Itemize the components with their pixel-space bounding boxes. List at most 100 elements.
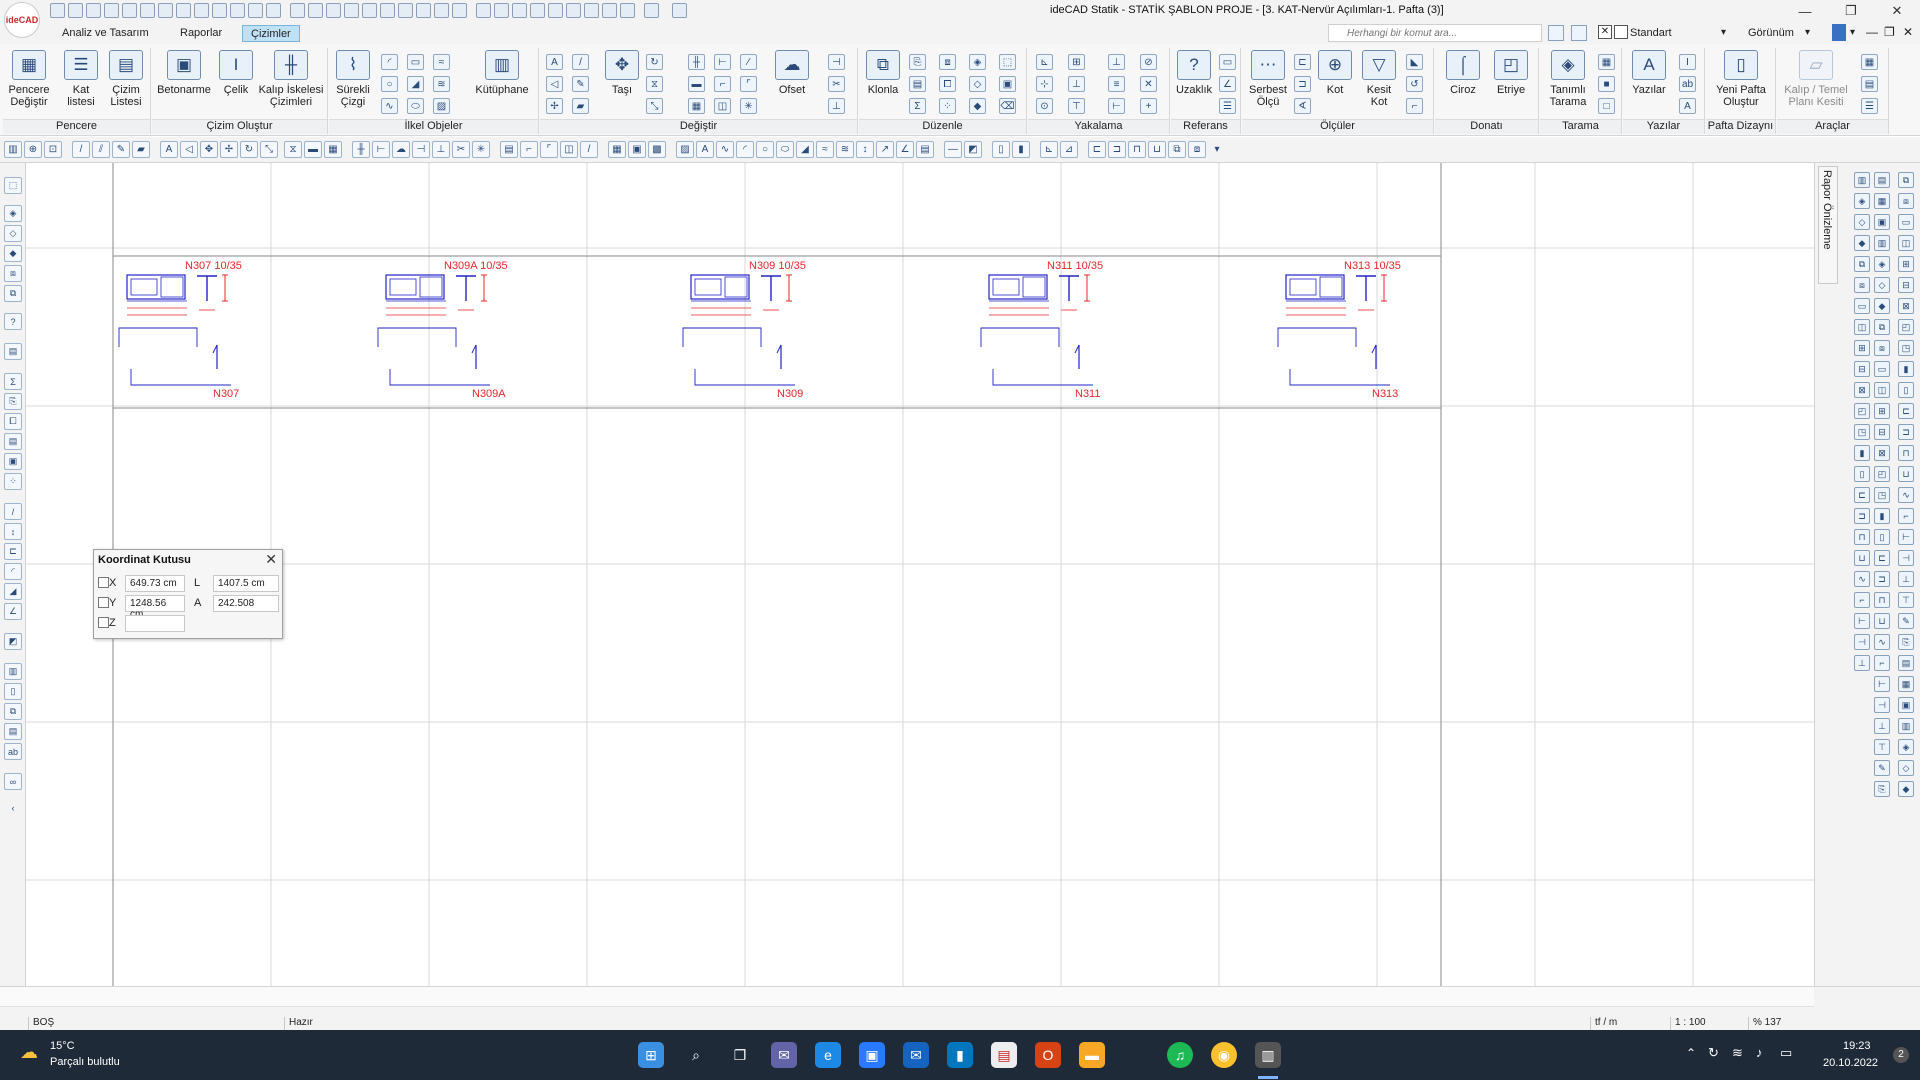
- spring-draw-icon[interactable]: ≋: [836, 141, 854, 158]
- style-select[interactable]: Standart: [1630, 27, 1672, 39]
- right-toolbar-icon[interactable]: ⊣: [1854, 634, 1870, 650]
- curve-icon[interactable]: ∿: [381, 98, 398, 114]
- text-format-icon[interactable]: I: [1679, 54, 1696, 70]
- array-icon[interactable]: ▦: [688, 98, 705, 114]
- properties-icon[interactable]: [248, 3, 263, 18]
- right-toolbar-icon[interactable]: ▮: [1854, 445, 1870, 461]
- mail-icon[interactable]: ✉: [903, 1042, 929, 1068]
- right-toolbar-icon[interactable]: ⊠: [1854, 382, 1870, 398]
- right-toolbar-icon[interactable]: ▥: [1854, 172, 1870, 188]
- brush-icon[interactable]: /: [572, 54, 589, 70]
- app-logo[interactable]: ideCAD: [4, 2, 40, 38]
- right-toolbar-icon[interactable]: ◰: [1874, 466, 1890, 482]
- snap-end-icon[interactable]: ⊾: [1036, 54, 1053, 70]
- chevron-left-icon[interactable]: ‹: [4, 799, 22, 816]
- right-toolbar-icon[interactable]: ⌐: [1898, 508, 1914, 524]
- right-toolbar-icon[interactable]: ⊓: [1898, 445, 1914, 461]
- move-grid-icon[interactable]: ✢: [546, 98, 563, 114]
- copy-tool-icon[interactable]: ⎘: [4, 393, 22, 410]
- solid-fill-icon[interactable]: ■: [1598, 76, 1615, 92]
- cut-icon[interactable]: ✂: [828, 76, 845, 92]
- pen-draw-icon[interactable]: ✎: [112, 141, 130, 158]
- right-toolbar-icon[interactable]: ◈: [1874, 256, 1890, 272]
- cloud-draw-icon[interactable]: ☁: [392, 141, 410, 158]
- right-toolbar-icon[interactable]: ⊢: [1874, 676, 1890, 692]
- pencere-degistir-button[interactable]: ▦ Pencere Değiştir: [7, 50, 51, 114]
- dim-v-icon[interactable]: ⊐: [1108, 141, 1126, 158]
- command-search-input[interactable]: [1328, 24, 1542, 42]
- copy-draw-icon[interactable]: ✢: [220, 141, 238, 158]
- right-toolbar-icon[interactable]: ⊐: [1874, 571, 1890, 587]
- kat-listesi-button[interactable]: ☰ Kat listesi: [61, 50, 101, 114]
- tab-raporlar[interactable]: Raporlar: [172, 25, 230, 42]
- volume-icon[interactable]: ♪: [1756, 1045, 1763, 1060]
- ellipse-icon[interactable]: ⬭: [407, 98, 424, 114]
- intersection-icon[interactable]: ✕: [1140, 76, 1157, 92]
- coordinate-box[interactable]: Koordinat Kutusu ✕ X 649.73 cm L 1407.5 …: [93, 549, 283, 639]
- linear-dim-icon[interactable]: ⊏: [1294, 54, 1311, 70]
- table-draw-icon[interactable]: ▤: [500, 141, 518, 158]
- hatch-tool-icon[interactable]: ◢: [4, 583, 22, 600]
- ofset-button[interactable]: ☁ Ofset: [770, 50, 814, 114]
- right-toolbar-icon[interactable]: ⧉: [1898, 172, 1914, 188]
- fillet-icon[interactable]: ⌐: [714, 76, 731, 92]
- right-toolbar-icon[interactable]: ◆: [1854, 235, 1870, 251]
- right-toolbar-icon[interactable]: ◇: [1854, 214, 1870, 230]
- kalip-iskelesi-button[interactable]: ╫ Kalıp İskelesi Çizimleri: [256, 50, 326, 114]
- right-toolbar-icon[interactable]: ⊟: [1854, 361, 1870, 377]
- right-toolbar-icon[interactable]: ⊏: [1898, 403, 1914, 419]
- join-draw-icon[interactable]: ⊣: [412, 141, 430, 158]
- angle-tool-icon[interactable]: ∠: [4, 603, 22, 620]
- x-lock-checkbox[interactable]: [98, 577, 109, 588]
- right-toolbar-icon[interactable]: ⊢: [1854, 613, 1870, 629]
- break-icon[interactable]: ⁄: [740, 54, 757, 70]
- print-tool-icon[interactable]: ▥: [4, 663, 22, 680]
- redo-icon[interactable]: [158, 3, 173, 18]
- zoom-window-icon[interactable]: ⊡: [44, 141, 62, 158]
- clock-time[interactable]: 19:23: [1843, 1040, 1871, 1052]
- rotate-icon[interactable]: ↻: [646, 54, 663, 70]
- copy-icon[interactable]: [434, 3, 449, 18]
- array-icon[interactable]: [452, 3, 467, 18]
- brush-icon[interactable]: [494, 3, 509, 18]
- right-toolbar-icon[interactable]: ⊠: [1898, 298, 1914, 314]
- ellipse-draw-icon[interactable]: ⬭: [776, 141, 794, 158]
- right-toolbar-icon[interactable]: ▭: [1854, 298, 1870, 314]
- right-toolbar-icon[interactable]: ▤: [1898, 655, 1914, 671]
- open-file-icon[interactable]: [86, 3, 101, 18]
- right-toolbar-icon[interactable]: ⊓: [1874, 592, 1890, 608]
- array-draw-icon[interactable]: ▦: [324, 141, 342, 158]
- sheet-draw-icon[interactable]: ▯: [992, 141, 1010, 158]
- copy-icon[interactable]: ⎘: [909, 54, 926, 70]
- align-draw-icon[interactable]: ▬: [304, 141, 322, 158]
- dim-tool-icon[interactable]: ↕: [4, 523, 22, 540]
- measure-tool-icon[interactable]: ⊏: [4, 543, 22, 560]
- ortho-icon[interactable]: [266, 3, 281, 18]
- close-icon[interactable]: ✕: [265, 551, 277, 568]
- snap-perp-icon[interactable]: ⊥: [1068, 76, 1085, 92]
- wave-icon[interactable]: ≈: [433, 54, 450, 70]
- right-toolbar-icon[interactable]: ⌐: [1874, 655, 1890, 671]
- join-icon[interactable]: ⊣: [828, 54, 845, 70]
- group-tool-icon[interactable]: ⧠: [4, 413, 22, 430]
- right-toolbar-icon[interactable]: ▯: [1898, 382, 1914, 398]
- z-lock-checkbox[interactable]: [98, 617, 109, 628]
- z-value-field[interactable]: [125, 615, 185, 632]
- marker-draw-icon[interactable]: ▰: [132, 141, 150, 158]
- sheet-tool-icon[interactable]: ▯: [4, 683, 22, 700]
- command-line[interactable]: [0, 987, 1814, 1007]
- chevron-down-icon[interactable]: ▾: [1208, 141, 1226, 158]
- betonarme-button[interactable]: ▣ Betonarme: [155, 50, 213, 114]
- circle-snap-icon[interactable]: ⊘: [1140, 54, 1157, 70]
- scale-icon[interactable]: ⤡: [646, 98, 663, 114]
- mirror-icon[interactable]: ⧖: [646, 76, 663, 92]
- layers3-icon[interactable]: ⧈: [1188, 141, 1206, 158]
- abc-tool-icon[interactable]: ab: [4, 743, 22, 760]
- help-tool-icon[interactable]: ?: [4, 313, 22, 330]
- sigma-tool-icon[interactable]: Σ: [4, 373, 22, 390]
- sync-icon[interactable]: ↻: [1708, 1045, 1719, 1061]
- dim-draw-icon[interactable]: ↕: [856, 141, 874, 158]
- right-toolbar-icon[interactable]: ⊞: [1874, 403, 1890, 419]
- tools-list-icon[interactable]: ☰: [1861, 98, 1878, 114]
- brush-draw-icon[interactable]: /: [580, 141, 598, 158]
